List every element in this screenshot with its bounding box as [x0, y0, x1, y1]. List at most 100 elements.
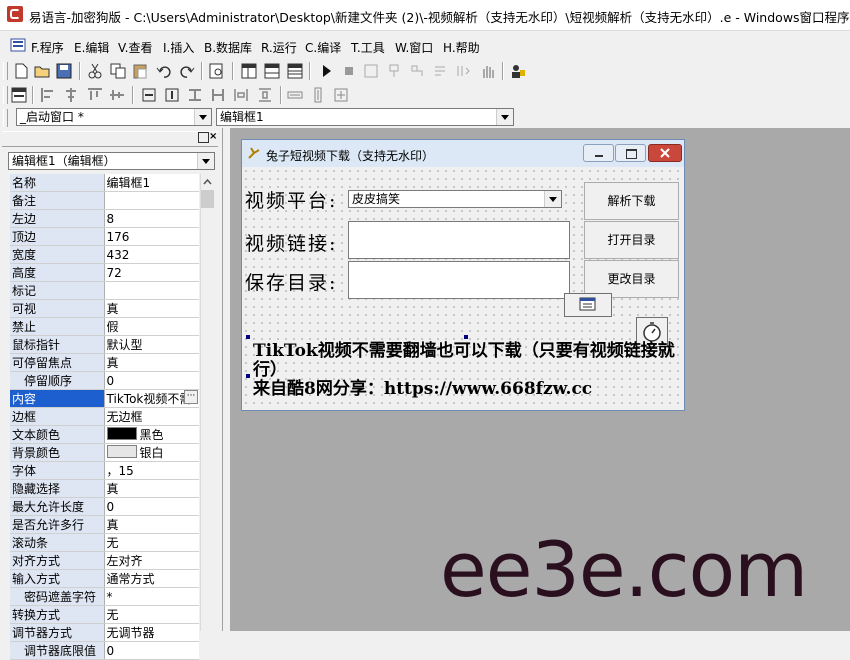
property-value[interactable] [104, 281, 199, 300]
property-value[interactable]: 假 [104, 317, 199, 336]
cut-icon[interactable] [86, 62, 104, 80]
scroll-thumb[interactable] [201, 190, 214, 208]
property-value[interactable]: 0 [104, 371, 199, 390]
property-row[interactable]: 输入方式 通常方式 [10, 569, 199, 588]
property-row[interactable]: 是否允许多行真 [10, 515, 199, 534]
menu-insert[interactable]: I.插入 [163, 39, 194, 56]
property-value[interactable]: 无 [104, 533, 199, 552]
debug1-icon[interactable] [362, 62, 380, 80]
menu-app-icon[interactable] [10, 37, 27, 54]
video-link-input[interactable] [348, 221, 570, 259]
align-top-icon[interactable] [86, 86, 104, 104]
window-select[interactable]: _启动窗口 * [16, 108, 212, 126]
property-value[interactable]: 0 [104, 641, 199, 660]
property-row[interactable]: 高度 72 [10, 263, 199, 282]
property-value[interactable]: 8 [104, 209, 199, 228]
form-icon[interactable] [10, 86, 28, 104]
user-icon[interactable] [509, 62, 527, 80]
restore-icon[interactable] [198, 132, 209, 143]
property-value[interactable]: 176 [104, 227, 199, 246]
menu-program[interactable]: F.程序 [31, 39, 64, 56]
minimize-button[interactable] [583, 144, 614, 162]
copy-icon[interactable] [109, 62, 127, 80]
property-row[interactable]: 左边 8 [10, 209, 199, 228]
property-row[interactable]: 密码遮盖字符 * [10, 587, 199, 606]
ellipsis-button[interactable]: ··· [184, 390, 198, 404]
property-row[interactable]: 字体 ，15 [10, 461, 199, 480]
space-h-icon[interactable] [232, 86, 250, 104]
property-row[interactable]: 滚动条无 [10, 533, 199, 552]
property-row[interactable]: 停留顺序 0 [10, 371, 199, 390]
property-value[interactable]: 真 [104, 479, 199, 498]
notice-textbox[interactable]: TikTok视频不需要翻墙也可以下载（只要有视频链接就行） 来自酷8网分享：ht… [253, 342, 683, 399]
debug3-icon[interactable] [408, 62, 426, 80]
property-row[interactable]: 背景颜色 银白 [10, 443, 199, 462]
close-button[interactable] [648, 144, 682, 162]
object-select[interactable]: 编辑框1（编辑框） [8, 152, 215, 170]
hand-icon[interactable] [478, 62, 496, 80]
save-dir-input[interactable] [348, 261, 570, 299]
find-icon[interactable] [208, 62, 226, 80]
property-scrollbar[interactable] [200, 174, 216, 631]
property-value[interactable]: 无 [104, 605, 199, 624]
property-value[interactable] [104, 191, 199, 210]
property-row[interactable]: 顶边 176 [10, 227, 199, 246]
debug2-icon[interactable] [385, 62, 403, 80]
menu-run[interactable]: R.运行 [261, 39, 297, 56]
property-value[interactable]: 黑色 [104, 425, 199, 444]
property-row[interactable]: 可视真 [10, 299, 199, 318]
property-value[interactable]: 无边框 [104, 407, 199, 426]
resize-handle[interactable] [246, 374, 250, 378]
property-row[interactable]: 标记 [10, 281, 199, 300]
dialog-component[interactable] [564, 293, 612, 317]
property-row[interactable]: 鼠标指针 默认型 [10, 335, 199, 354]
resize-handle[interactable] [464, 335, 468, 339]
property-row[interactable]: 边框 无边框 [10, 407, 199, 426]
property-value[interactable]: 无调节器 [104, 623, 199, 642]
component-select[interactable]: 编辑框1 [216, 108, 514, 126]
property-value[interactable]: 72 [104, 263, 199, 282]
property-row[interactable]: 转换方式无 [10, 605, 199, 624]
property-value[interactable]: 默认型 [104, 335, 199, 354]
menu-help[interactable]: H.帮助 [443, 39, 480, 56]
debug5-icon[interactable] [454, 62, 472, 80]
property-value[interactable]: 左对齐 [104, 551, 199, 570]
layout1-icon[interactable] [240, 62, 258, 80]
stop-icon[interactable] [340, 62, 358, 80]
open-dir-button[interactable]: 打开目录 [584, 221, 679, 259]
run-icon[interactable] [317, 62, 335, 80]
property-value[interactable]: 真 [104, 299, 199, 318]
property-row[interactable]: 宽度 432 [10, 245, 199, 264]
property-value[interactable]: 真 [104, 353, 199, 372]
close-icon[interactable]: × [209, 131, 217, 142]
property-row[interactable]: 可停留焦点真 [10, 353, 199, 372]
new-file-icon[interactable] [12, 62, 30, 80]
same-height-icon[interactable] [209, 86, 227, 104]
property-value[interactable]: TikTok视频不需 ··· [104, 389, 199, 408]
size-width-icon[interactable] [286, 86, 304, 104]
property-row[interactable]: 调节器方式 无调节器 [10, 623, 199, 642]
property-value[interactable]: 432 [104, 245, 199, 264]
redo-icon[interactable] [178, 62, 196, 80]
chevron-down-icon[interactable] [496, 109, 513, 125]
center-v-icon[interactable] [163, 86, 181, 104]
menu-edit[interactable]: E.编辑 [74, 39, 109, 56]
align-left-icon[interactable] [39, 86, 57, 104]
property-row[interactable]: 内容 TikTok视频不需 ··· [10, 389, 199, 408]
menu-window[interactable]: W.窗口 [395, 39, 433, 56]
save-icon[interactable] [55, 62, 73, 80]
paste-icon[interactable] [131, 62, 149, 80]
chevron-down-icon[interactable] [197, 153, 214, 169]
align-middle-icon[interactable] [108, 86, 126, 104]
layout2-icon[interactable] [263, 62, 281, 80]
align-center-icon[interactable] [62, 86, 80, 104]
space-v-icon[interactable] [256, 86, 274, 104]
size-both-icon[interactable] [332, 86, 350, 104]
property-value[interactable]: 0 [104, 497, 199, 516]
property-value[interactable]: 银白 [104, 443, 199, 462]
open-folder-icon[interactable] [33, 62, 51, 80]
menu-tools[interactable]: T.工具 [351, 39, 385, 56]
center-h-icon[interactable] [140, 86, 158, 104]
property-row[interactable]: 最大允许长度 0 [10, 497, 199, 516]
property-row[interactable]: 禁止假 [10, 317, 199, 336]
